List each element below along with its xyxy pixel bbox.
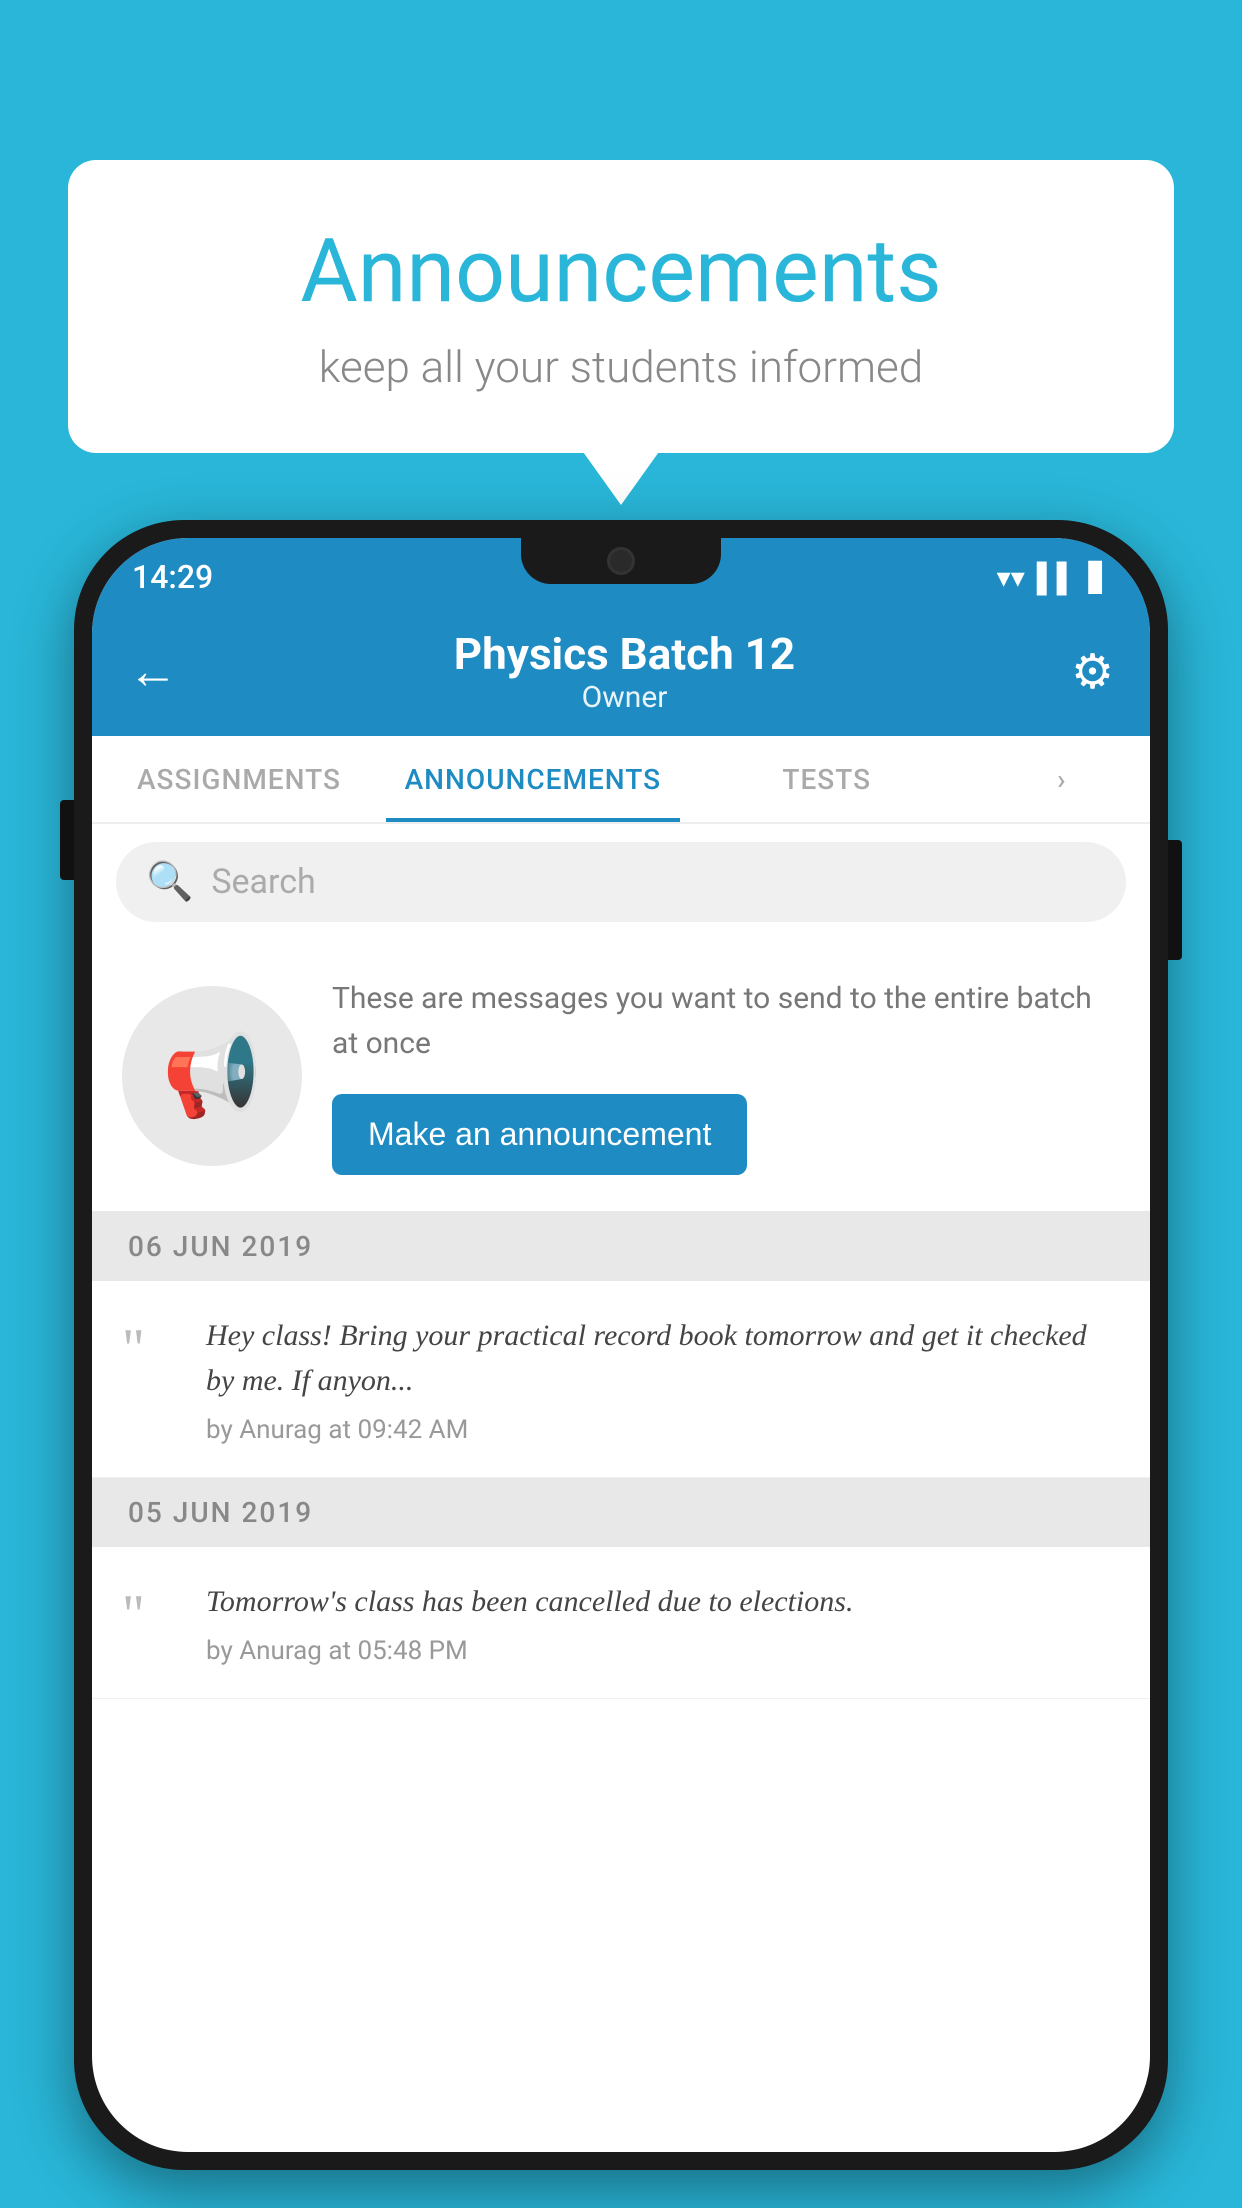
tab-tests[interactable]: TESTS <box>680 736 974 822</box>
owner-label: Owner <box>454 680 795 715</box>
settings-icon[interactable]: ⚙ <box>1071 643 1114 700</box>
announcement-text-2: Tomorrow's class has been cancelled due … <box>206 1579 1120 1624</box>
announcement-author-1: by Anurag at 09:42 AM <box>206 1415 1120 1445</box>
phone-camera <box>607 547 635 575</box>
phone-notch <box>521 538 721 584</box>
announcement-item-2: " Tomorrow's class has been cancelled du… <box>92 1547 1150 1699</box>
phone-screen: 14:29 ▾▾ ▌▌ ▋ ← Physics Batch 12 Owner ⚙ <box>92 538 1150 2152</box>
date-separator-jun6: 06 JUN 2019 <box>92 1212 1150 1281</box>
status-icons: ▾▾ ▌▌ ▋ <box>997 561 1110 594</box>
search-icon: 🔍 <box>146 860 193 904</box>
phone-side-button-right <box>1168 840 1182 960</box>
speech-bubble-title: Announcements <box>108 220 1134 323</box>
search-bar: 🔍 Search <box>92 824 1150 940</box>
date-separator-jun5: 05 JUN 2019 <box>92 1478 1150 1547</box>
tab-more[interactable]: › <box>974 736 1150 822</box>
battery-icon: ▋ <box>1088 561 1110 594</box>
app-header: ← Physics Batch 12 Owner ⚙ <box>92 606 1150 736</box>
announcement-item-1: " Hey class! Bring your practical record… <box>92 1281 1150 1478</box>
back-button[interactable]: ← <box>128 642 178 701</box>
search-placeholder: Search <box>211 862 315 902</box>
quote-icon-2: " <box>122 1579 182 1643</box>
quote-icon-1: " <box>122 1313 182 1377</box>
speech-bubble-subtitle: keep all your students informed <box>108 341 1134 393</box>
signal-icon: ▌▌ <box>1037 561 1077 594</box>
phone-outer: 14:29 ▾▾ ▌▌ ▋ ← Physics Batch 12 Owner ⚙ <box>74 520 1168 2170</box>
promo-description: These are messages you want to send to t… <box>332 976 1120 1066</box>
wifi-icon: ▾▾ <box>997 561 1025 594</box>
batch-title: Physics Batch 12 <box>454 628 795 680</box>
announcement-text-1: Hey class! Bring your practical record b… <box>206 1313 1120 1403</box>
header-title-group: Physics Batch 12 Owner <box>454 628 795 715</box>
search-input-wrap[interactable]: 🔍 Search <box>116 842 1126 922</box>
announcement-content-2: Tomorrow's class has been cancelled due … <box>206 1579 1120 1666</box>
announcement-promo: 📢 These are messages you want to send to… <box>92 940 1150 1212</box>
speech-bubble: Announcements keep all your students inf… <box>68 160 1174 453</box>
tab-announcements[interactable]: ANNOUNCEMENTS <box>386 736 680 822</box>
announcement-content-1: Hey class! Bring your practical record b… <box>206 1313 1120 1445</box>
megaphone-icon: 📢 <box>162 1029 262 1123</box>
phone-container: 14:29 ▾▾ ▌▌ ▋ ← Physics Batch 12 Owner ⚙ <box>74 520 1168 2170</box>
speech-bubble-container: Announcements keep all your students inf… <box>68 160 1174 453</box>
megaphone-circle: 📢 <box>122 986 302 1166</box>
status-time: 14:29 <box>132 558 213 596</box>
tabs-bar: ASSIGNMENTS ANNOUNCEMENTS TESTS › <box>92 736 1150 824</box>
tab-assignments[interactable]: ASSIGNMENTS <box>92 736 386 822</box>
make-announcement-button[interactable]: Make an announcement <box>332 1094 747 1175</box>
phone-side-button-left <box>60 800 74 880</box>
content-area: 🔍 Search 📢 These are messages you want t… <box>92 824 1150 1699</box>
announcement-author-2: by Anurag at 05:48 PM <box>206 1636 1120 1666</box>
promo-right: These are messages you want to send to t… <box>332 976 1120 1175</box>
